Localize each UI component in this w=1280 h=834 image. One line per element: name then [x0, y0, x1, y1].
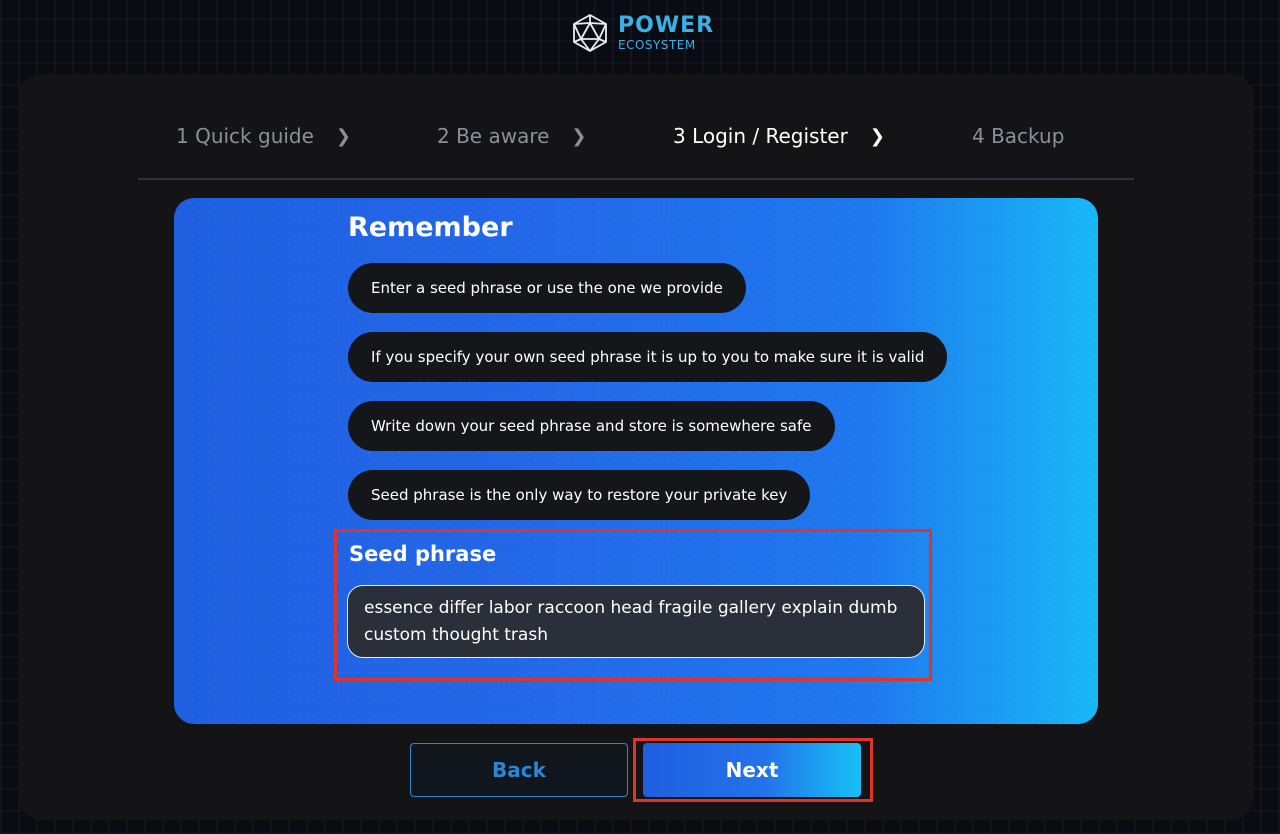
stepper: 1 Quick guide ❯ 2 Be aware ❯ 3 Login / R… [138, 114, 1134, 180]
brand-logo: POWER ECOSYSTEM [570, 13, 714, 53]
seed-phrase-section: Seed phrase essence differ labor raccoon… [334, 529, 932, 681]
remember-title: Remember [348, 212, 513, 243]
step-label: 2 Be aware [437, 124, 550, 148]
step-login-register[interactable]: 3 Login / Register ❯ [673, 124, 885, 148]
info-card: Remember Enter a seed phrase or use the … [174, 198, 1098, 724]
step-label: 4 Backup [972, 124, 1065, 148]
seed-phrase-label: Seed phrase [349, 542, 497, 566]
step-label: 3 Login / Register [673, 124, 848, 148]
next-button[interactable]: Next [643, 743, 861, 797]
remember-item: Enter a seed phrase or use the one we pr… [348, 263, 746, 313]
chevron-right-icon: ❯ [869, 125, 885, 147]
step-label: 1 Quick guide [176, 124, 314, 148]
back-button[interactable]: Back [410, 743, 628, 797]
step-be-aware[interactable]: 2 Be aware ❯ [437, 124, 587, 148]
step-quick-guide[interactable]: 1 Quick guide ❯ [176, 124, 351, 148]
remember-item: Seed phrase is the only way to restore y… [348, 470, 811, 520]
chevron-right-icon: ❯ [335, 125, 352, 147]
remember-item: Write down your seed phrase and store is… [348, 401, 835, 451]
chevron-right-icon: ❯ [571, 125, 587, 147]
brand-subname: ECOSYSTEM [618, 38, 696, 52]
seed-phrase-field[interactable]: essence differ labor raccoon head fragil… [347, 585, 925, 658]
step-backup[interactable]: 4 Backup [972, 124, 1064, 148]
wizard-panel: 1 Quick guide ❯ 2 Be aware ❯ 3 Login / R… [18, 74, 1254, 820]
remember-item: If you specify your own seed phrase it i… [348, 332, 948, 382]
brand-name: POWER [618, 13, 715, 38]
icosahedron-icon [573, 14, 607, 52]
